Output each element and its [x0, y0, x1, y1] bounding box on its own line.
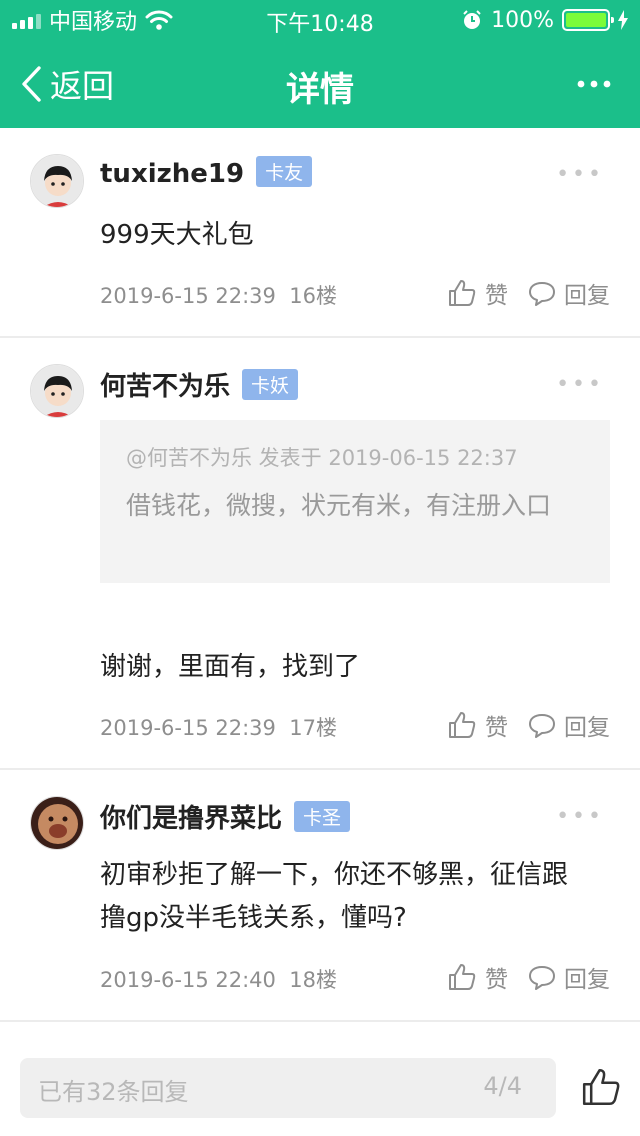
thumbs-up-icon	[449, 280, 476, 306]
post-meta: 2019-6-15 22:40 18楼	[100, 964, 337, 994]
battery-icon	[562, 9, 614, 31]
post-content: 初审秒拒了解一下，你还不够黑，征信跟撸gp没半毛钱关系，懂吗?	[100, 860, 569, 933]
like-label: 赞	[485, 283, 508, 309]
username-text: 何苦不为乐	[100, 372, 231, 402]
quoted-post[interactable]: @何苦不为乐 发表于 2019-06-15 22:37 借钱花，微搜，状元有米，…	[100, 420, 610, 583]
photo-avatar-icon	[31, 797, 83, 849]
bottom-bar: 已有32条回复 4/4	[0, 1022, 640, 1136]
post-actions: 赞 回复	[447, 708, 610, 742]
username-text: tuxizhe19	[100, 159, 245, 189]
post-date: 2019-6-15 22:40	[100, 968, 276, 992]
like-button[interactable]: 赞	[447, 708, 508, 742]
post-content: 谢谢，里面有，找到了	[100, 652, 361, 682]
avatar[interactable]	[30, 796, 84, 850]
status-bar: 中国移动 下午10:48 100%	[0, 0, 640, 40]
post-item: 你们是撸界菜比 卡圣 ••• 初审秒拒了解一下，你还不够黑，征信跟撸gp没半毛钱关…	[0, 770, 640, 1022]
reply-label: 回复	[564, 967, 610, 993]
post-options-button[interactable]: •••	[556, 162, 604, 187]
reply-label: 回复	[564, 283, 610, 309]
thumbs-up-icon	[449, 964, 476, 990]
charging-icon	[618, 10, 628, 30]
post-meta: 2019-6-15 22:39 16楼	[100, 280, 337, 310]
username[interactable]: 何苦不为乐 卡妖	[100, 366, 299, 403]
post-floor: 18楼	[289, 968, 337, 992]
user-badge: 卡友	[256, 156, 313, 187]
page-title: 详情	[286, 70, 354, 110]
app-header: 中国移动 下午10:48 100% 返回 详情	[0, 0, 640, 128]
like-thread-button[interactable]	[580, 1066, 622, 1108]
reply-label: 回复	[564, 715, 610, 741]
reply-button[interactable]: 回复	[528, 276, 610, 310]
page-indicator: 4/4	[483, 1072, 522, 1100]
battery-percent: 100%	[491, 7, 554, 33]
post-content: 999天大礼包	[100, 220, 254, 250]
comment-icon	[529, 966, 555, 990]
post-floor: 17楼	[289, 716, 337, 740]
username[interactable]: tuxizhe19 卡友	[100, 156, 313, 189]
quote-header: @何苦不为乐 发表于 2019-06-15 22:37	[126, 446, 518, 470]
reply-button[interactable]: 回复	[528, 708, 610, 742]
post-item: 何苦不为乐 卡妖 ••• @何苦不为乐 发表于 2019-06-15 22:37 …	[0, 338, 640, 770]
status-right: 100%	[461, 6, 628, 34]
post-actions: 赞 回复	[447, 276, 610, 310]
post-date: 2019-6-15 22:39	[100, 716, 276, 740]
comment-icon	[529, 714, 555, 738]
alarm-icon	[463, 10, 481, 29]
post-options-button[interactable]: •••	[556, 804, 604, 829]
post-date: 2019-6-15 22:39	[100, 284, 276, 308]
post-item: tuxizhe19 卡友 ••• 999天大礼包 2019-6-15 22:39 …	[0, 128, 640, 338]
reply-input[interactable]: 已有32条回复 4/4	[20, 1058, 556, 1118]
avatar[interactable]	[30, 154, 84, 208]
like-label: 赞	[485, 967, 508, 993]
nav-bar: 返回 详情	[0, 40, 640, 128]
user-badge: 卡圣	[294, 801, 351, 832]
avatar[interactable]	[30, 364, 84, 418]
like-button[interactable]: 赞	[447, 276, 508, 310]
girl-avatar-icon	[31, 155, 83, 207]
like-label: 赞	[485, 715, 508, 741]
username-text: 你们是撸界菜比	[100, 804, 283, 834]
post-floor: 16楼	[289, 284, 337, 308]
post-meta: 2019-6-15 22:39 17楼	[100, 712, 337, 742]
thumbs-up-icon	[449, 712, 476, 738]
more-icon	[577, 80, 611, 88]
girl-avatar-icon	[31, 365, 83, 417]
more-button[interactable]	[574, 68, 614, 100]
username[interactable]: 你们是撸界菜比 卡圣	[100, 798, 351, 835]
post-actions: 赞 回复	[447, 960, 610, 994]
thumbs-up-icon	[582, 1068, 620, 1106]
quote-body: 借钱花，微搜，状元有米，有注册入口	[126, 491, 552, 520]
comment-icon	[529, 282, 555, 306]
reply-placeholder: 已有32条回复	[38, 1078, 189, 1106]
reply-button[interactable]: 回复	[528, 960, 610, 994]
post-options-button[interactable]: •••	[556, 372, 604, 397]
like-button[interactable]: 赞	[447, 960, 508, 994]
user-badge: 卡妖	[242, 369, 299, 400]
